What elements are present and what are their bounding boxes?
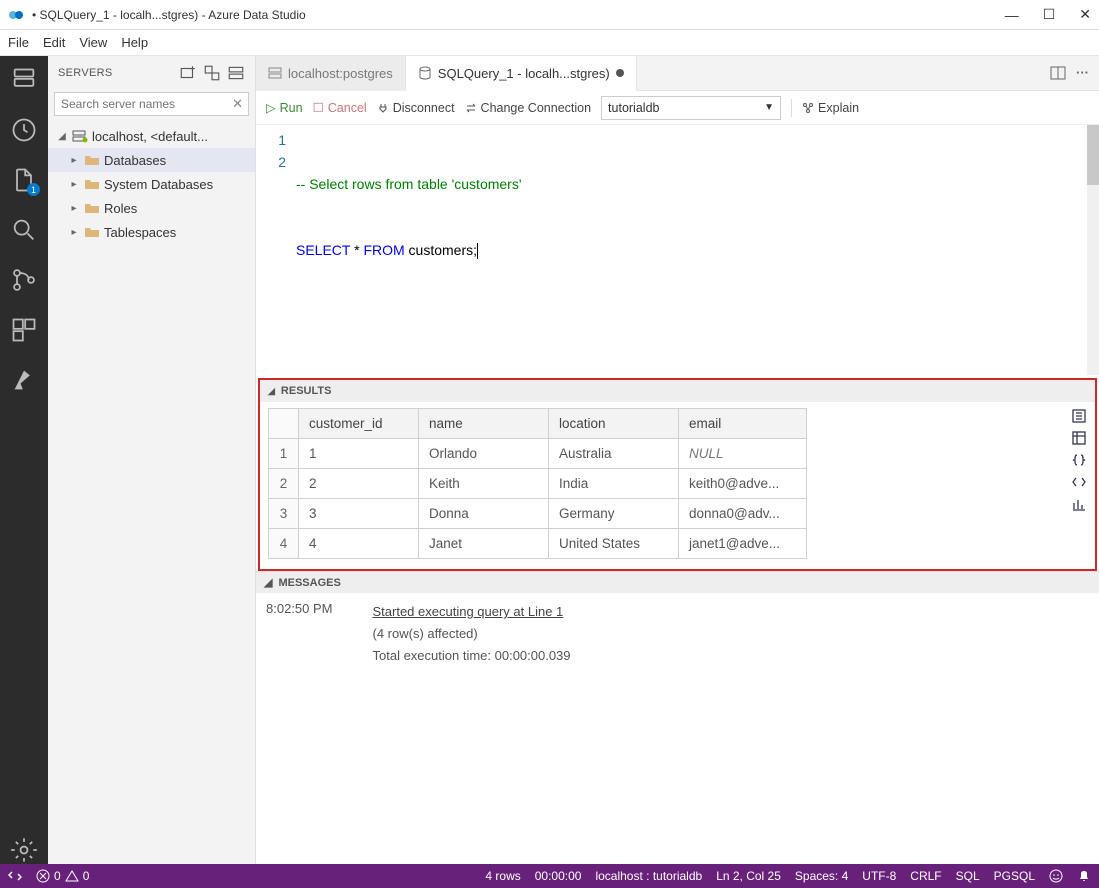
- title-bar: • SQLQuery_1 - localh...stgres) - Azure …: [0, 0, 1099, 30]
- save-json-icon[interactable]: [1071, 452, 1087, 468]
- feedback-icon[interactable]: [1049, 869, 1063, 883]
- table-row[interactable]: 44JanetUnited Statesjanet1@adve...: [269, 529, 807, 559]
- tree-tablespaces[interactable]: ▸ Tablespaces: [48, 220, 255, 244]
- menu-help[interactable]: Help: [121, 35, 148, 50]
- message-line-1[interactable]: Started executing query at Line 1: [373, 601, 571, 623]
- app-icon: [8, 7, 24, 23]
- chevron-down-icon: ▼: [764, 102, 774, 113]
- status-position[interactable]: Ln 2, Col 25: [716, 869, 781, 883]
- activity-settings[interactable]: [10, 836, 38, 864]
- activity-servers[interactable]: [10, 66, 38, 94]
- status-language[interactable]: SQL: [956, 869, 980, 883]
- search-input[interactable]: [54, 92, 249, 116]
- text-cursor: [477, 243, 478, 259]
- activity-azure[interactable]: [10, 366, 38, 394]
- menu-file[interactable]: File: [8, 35, 29, 50]
- table-row[interactable]: 11OrlandoAustraliaNULL: [269, 439, 807, 469]
- editor-scrollbar[interactable]: [1087, 125, 1099, 375]
- status-remote[interactable]: [8, 869, 22, 883]
- server-icon[interactable]: [227, 64, 245, 82]
- menu-bar: File Edit View Help: [0, 30, 1099, 56]
- dirty-indicator-icon: [616, 69, 624, 77]
- tree-server-root[interactable]: ◢ localhost, <default...: [48, 124, 255, 148]
- status-eol[interactable]: CRLF: [910, 869, 941, 883]
- message-line-3: Total execution time: 00:00:00.039: [373, 645, 571, 667]
- maximize-button[interactable]: ☐: [1043, 6, 1056, 23]
- status-rows: 4 rows: [485, 869, 520, 883]
- status-bar: 0 0 4 rows 00:00:00 localhost : tutorial…: [0, 864, 1099, 888]
- status-connection[interactable]: localhost : tutorialdb: [595, 869, 702, 883]
- menu-view[interactable]: View: [79, 35, 107, 50]
- activity-search[interactable]: [10, 216, 38, 244]
- explain-icon: [802, 102, 814, 114]
- status-spaces[interactable]: Spaces: 4: [795, 869, 848, 883]
- folder-icon: [84, 201, 100, 215]
- status-problems[interactable]: 0 0: [36, 869, 89, 883]
- results-grid[interactable]: customer_id name location email 11Orland…: [268, 408, 807, 559]
- table-row[interactable]: 22KeithIndiakeith0@adve...: [269, 469, 807, 499]
- more-actions-icon[interactable]: ···: [1076, 65, 1089, 81]
- menu-edit[interactable]: Edit: [43, 35, 65, 50]
- server-connected-icon: [72, 129, 88, 143]
- save-excel-icon[interactable]: [1071, 430, 1087, 446]
- tab-localhost[interactable]: localhost:postgres: [256, 56, 406, 91]
- notifications-icon[interactable]: [1077, 869, 1091, 883]
- tree-system-databases[interactable]: ▸ System Databases: [48, 172, 255, 196]
- window-title: • SQLQuery_1 - localh...stgres) - Azure …: [32, 8, 1005, 22]
- message-time: 8:02:50 PM: [266, 601, 333, 667]
- servers-sidebar: SERVERS ✕ ◢ localhost, <default... ▸ Dat…: [48, 56, 256, 864]
- tree-databases[interactable]: ▸ Databases: [48, 148, 255, 172]
- status-kernel[interactable]: PGSQL: [994, 869, 1035, 883]
- tree-roles[interactable]: ▸ Roles: [48, 196, 255, 220]
- change-connection-icon: [465, 102, 477, 114]
- tab-sqlquery[interactable]: SQLQuery_1 - localh...stgres): [406, 56, 637, 91]
- save-csv-icon[interactable]: [1071, 408, 1087, 424]
- database-select[interactable]: tutorialdb ▼: [601, 96, 781, 120]
- results-header[interactable]: ◢RESULTS: [260, 380, 1095, 402]
- messages-header[interactable]: ◢MESSAGES: [256, 571, 1099, 593]
- disconnect-button[interactable]: Disconnect: [377, 101, 455, 115]
- query-toolbar: ▷ Run ☐ Cancel Disconnect Change Connect…: [256, 91, 1099, 125]
- clear-search-icon[interactable]: ✕: [232, 96, 243, 112]
- results-panel: ◢RESULTS customer_id name location email…: [256, 375, 1099, 707]
- cancel-button[interactable]: ☐ Cancel: [313, 100, 367, 115]
- table-row[interactable]: 33DonnaGermanydonna0@adv...: [269, 499, 807, 529]
- sidebar-title: SERVERS: [58, 67, 173, 79]
- result-actions: [1071, 408, 1087, 559]
- activity-bar: 1: [0, 56, 48, 864]
- folder-icon: [84, 177, 100, 191]
- chart-icon[interactable]: [1071, 496, 1087, 512]
- message-line-2: (4 row(s) affected): [373, 623, 571, 645]
- status-encoding[interactable]: UTF-8: [862, 869, 896, 883]
- code-editor[interactable]: 1 2 -- Select rows from table 'customers…: [256, 125, 1099, 375]
- folder-icon: [84, 225, 100, 239]
- activity-source-control[interactable]: [10, 266, 38, 294]
- server-tab-icon: [268, 66, 282, 80]
- split-editor-icon[interactable]: [1050, 65, 1066, 81]
- line-gutter: 1 2: [256, 125, 296, 375]
- tree-root-label: localhost, <default...: [92, 129, 208, 144]
- close-button[interactable]: ✕: [1079, 6, 1091, 23]
- change-connection-button[interactable]: Change Connection: [465, 101, 592, 115]
- status-elapsed: 00:00:00: [535, 869, 582, 883]
- tabs-row: localhost:postgres SQLQuery_1 - localh..…: [256, 56, 1099, 91]
- new-connection-icon[interactable]: [179, 64, 197, 82]
- activity-history[interactable]: [10, 116, 38, 144]
- server-tree: ◢ localhost, <default... ▸ Databases ▸ S…: [48, 122, 255, 246]
- database-tab-icon: [418, 66, 432, 80]
- minimize-button[interactable]: —: [1005, 7, 1019, 23]
- folder-icon: [84, 153, 100, 167]
- activity-explorer[interactable]: 1: [10, 166, 38, 194]
- messages-body: 8:02:50 PM Started executing query at Li…: [256, 593, 1099, 707]
- disconnect-icon: [377, 102, 389, 114]
- activity-extensions[interactable]: [10, 316, 38, 344]
- run-button[interactable]: ▷ Run: [266, 100, 303, 115]
- explain-button[interactable]: Explain: [802, 101, 859, 115]
- editor-region: localhost:postgres SQLQuery_1 - localh..…: [256, 56, 1099, 864]
- new-group-icon[interactable]: [203, 64, 221, 82]
- save-xml-icon[interactable]: [1071, 474, 1087, 490]
